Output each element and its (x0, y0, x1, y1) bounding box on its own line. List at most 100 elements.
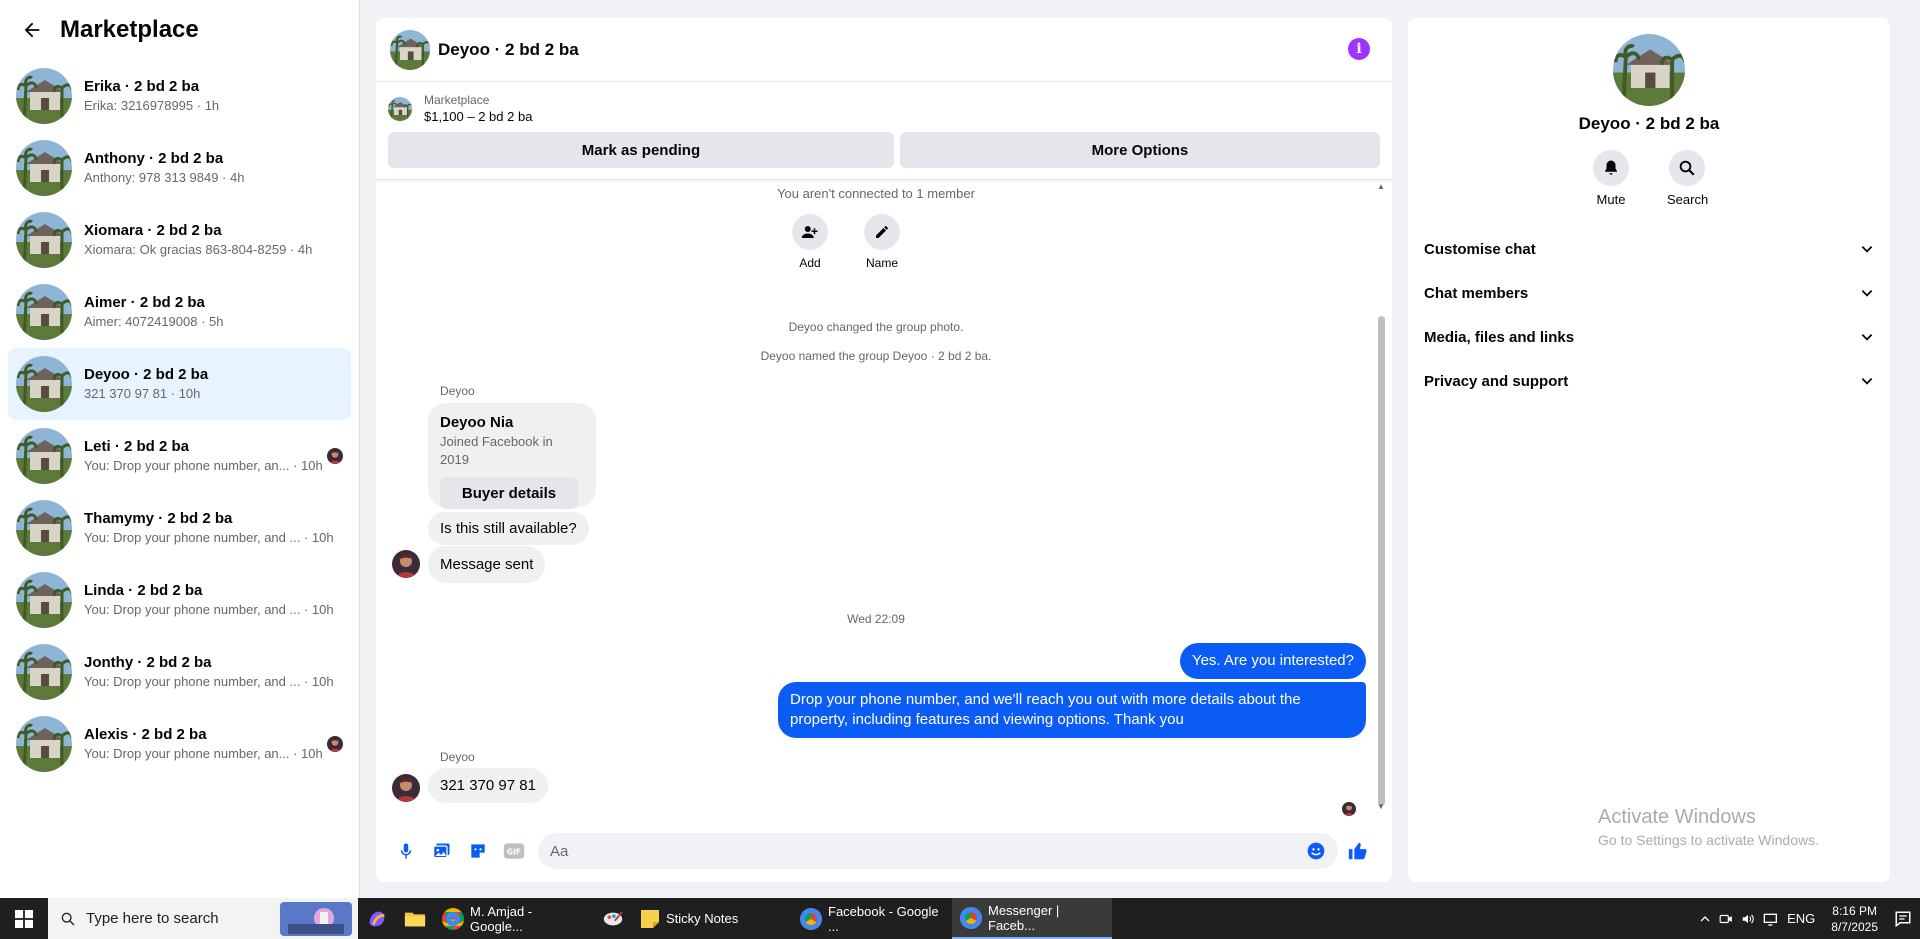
add-member-button[interactable]: Add (780, 214, 840, 270)
network-icon[interactable] (1763, 912, 1779, 926)
taskbar-app-chrome-facebook[interactable]: Facebook - Google ... (792, 898, 952, 939)
paint-app[interactable] (594, 898, 632, 939)
taskbar-app-label: M. Amjad - Google... (470, 903, 533, 934)
copilot-app[interactable] (358, 898, 396, 939)
conversation-item-erika[interactable]: Erika · 2 bd 2 ba Erika: 3216978995 · 1h (8, 60, 351, 132)
emoji-icon[interactable] (1298, 833, 1334, 869)
notifications-icon[interactable] (1894, 910, 1912, 928)
outgoing-message: Yes. Are you interested? (1179, 643, 1366, 679)
conversation-snippet: You: Drop your phone number, an... · 10h (84, 458, 323, 473)
message-input[interactable] (538, 833, 1338, 869)
sticky-notes-icon (641, 909, 659, 928)
conversation-snippet: Anthony: 978 313 9849 · 4h (84, 170, 245, 185)
scroll-thumb[interactable] (1378, 316, 1385, 806)
volume-icon[interactable] (1741, 912, 1755, 926)
media-files-links-section[interactable]: Media, files and links (1408, 315, 1890, 359)
conversation-item-thamymy[interactable]: Thamymy · 2 bd 2 ba You: Drop your phone … (8, 492, 351, 564)
listing-thumbnail (16, 428, 72, 484)
listing-price[interactable]: $1,100 – 2 bd 2 ba (424, 108, 532, 126)
name-group-button[interactable]: Name (852, 214, 912, 270)
privacy-support-section[interactable]: Privacy and support (1408, 359, 1890, 403)
photo-icon[interactable] (424, 833, 460, 869)
group-avatar[interactable] (1613, 34, 1685, 106)
chrome-icon (960, 906, 982, 929)
marketplace-listing-bar: Marketplace $1,100 – 2 bd 2 ba Mark as p… (376, 82, 1392, 180)
timestamp: Wed 22:09 (847, 612, 905, 626)
listing-thumbnail (16, 716, 72, 772)
customise-chat-section[interactable]: Customise chat (1408, 227, 1890, 271)
mark-pending-button[interactable]: Mark as pending (388, 132, 894, 168)
taskbar-app-label: Facebook - Google ... (828, 903, 939, 934)
conversation-item-linda[interactable]: Linda · 2 bd 2 ba You: Drop your phone nu… (8, 564, 351, 636)
chat-title[interactable]: Deyoo · 2 bd 2 ba (438, 40, 579, 60)
conversation-snippet: 321 370 97 81 · 10h (84, 386, 201, 401)
info-icon[interactable]: i (1348, 38, 1370, 60)
listing-thumbnail[interactable] (388, 97, 412, 121)
chat-avatar[interactable] (390, 30, 430, 70)
webcam-icon[interactable] (1719, 912, 1733, 926)
buyer-details-button[interactable]: Buyer details (440, 477, 578, 509)
taskbar-app-sticky-notes[interactable]: Sticky Notes (632, 898, 792, 939)
conversation-item-alexis[interactable]: Alexis · 2 bd 2 ba You: Drop your phone n… (8, 708, 351, 780)
sticker-icon[interactable] (460, 833, 496, 869)
language-indicator[interactable]: ENG (1787, 911, 1815, 926)
buyer-avatar[interactable] (392, 550, 420, 578)
scroll-up-icon[interactable]: ▲ (1376, 182, 1386, 191)
mute-button[interactable]: Mute (1591, 150, 1631, 207)
system-tray: ENG 8:16 PM 8/7/2025 (1699, 898, 1920, 939)
seen-avatar (327, 448, 343, 464)
conversation-snippet: You: Drop your phone number, an... · 10h (84, 746, 323, 761)
mute-label: Mute (1596, 192, 1626, 207)
info-sections: Customise chat Chat members Media, files… (1408, 227, 1890, 403)
chevron-up-icon[interactable] (1699, 913, 1711, 925)
buyer-name: Deyoo Nia (440, 414, 514, 431)
incoming-message: Is this still available? (428, 512, 589, 545)
conversation-item-deyoo[interactable]: Deyoo · 2 bd 2 ba 321 370 97 81 · 10h (8, 348, 351, 420)
more-options-button[interactable]: More Options (899, 132, 1380, 168)
listing-thumbnail (16, 68, 72, 124)
thumbs-up-icon[interactable] (1340, 833, 1376, 869)
taskbar-app-label: Sticky Notes (666, 911, 739, 926)
conversation-item-jonthy[interactable]: Jonthy · 2 bd 2 ba You: Drop your phone n… (8, 636, 351, 708)
file-explorer-app[interactable] (396, 898, 434, 939)
windows-start-icon[interactable] (0, 898, 48, 939)
taskbar-search-box[interactable]: Type here to search (48, 898, 358, 939)
scroll-down-icon[interactable]: ▼ (1376, 802, 1386, 811)
conversation-item-aimer[interactable]: Aimer · 2 bd 2 ba Aimer: 4072419008 · 5h (8, 276, 351, 348)
conversation-sidebar: Marketplace Erika · 2 bd 2 ba Erika: 3216… (0, 0, 360, 898)
buyer-avatar[interactable] (392, 774, 420, 802)
listing-thumbnail (16, 140, 72, 196)
conversation-item-leti[interactable]: Leti · 2 bd 2 ba You: Drop your phone num… (8, 420, 351, 492)
bell-icon (1593, 150, 1629, 186)
clock[interactable]: 8:16 PM 8/7/2025 (1831, 903, 1878, 935)
chevron-down-icon (1861, 378, 1873, 385)
listing-thumbnail (16, 356, 72, 412)
message-scrollbar[interactable]: ▲ ▼ (1376, 182, 1386, 812)
section-label: Customise chat (1424, 240, 1536, 258)
chrome-icon (800, 907, 822, 930)
taskbar-app-chrome-messenger[interactable]: Messenger | Faceb... (952, 898, 1112, 939)
conversation-snippet: You: Drop your phone number, and ... · 1… (84, 602, 334, 617)
conversation-item-anthony[interactable]: Anthony · 2 bd 2 ba Anthony: 978 313 9849… (8, 132, 351, 204)
conversation-name: Anthony · 2 bd 2 ba (84, 150, 224, 167)
chat-header: Deyoo · 2 bd 2 ba i (376, 18, 1392, 82)
back-arrow-icon[interactable] (18, 16, 46, 44)
outgoing-message: Drop your phone number, and we'll reach … (778, 682, 1366, 738)
conversation-name: Alexis · 2 bd 2 ba (84, 726, 207, 743)
conversation-snippet: Aimer: 4072419008 · 5h (84, 314, 224, 329)
chrome-icon (442, 907, 464, 930)
conversation-snippet: Erika: 3216978995 · 1h (84, 98, 220, 113)
incoming-message: 321 370 97 81 (428, 768, 548, 803)
seen-avatar (327, 736, 343, 752)
sender-name: Deyoo (440, 750, 475, 764)
conversation-item-xiomara[interactable]: Xiomara · 2 bd 2 ba Xiomara: Ok gracias 8… (8, 204, 351, 276)
chevron-down-icon (1861, 290, 1873, 297)
microphone-icon[interactable] (388, 833, 424, 869)
search-button[interactable]: Search (1667, 150, 1708, 207)
chat-members-section[interactable]: Chat members (1408, 271, 1890, 315)
system-message: Deyoo named the group Deyoo · 2 bd 2 ba. (760, 349, 992, 363)
gif-icon[interactable]: GIF (496, 833, 532, 869)
conversation-name: Jonthy · 2 bd 2 ba (84, 654, 212, 671)
clock-time: 8:16 PM (1832, 903, 1877, 918)
taskbar-app-chrome-amjad[interactable]: M. Amjad - Google... (434, 898, 594, 939)
